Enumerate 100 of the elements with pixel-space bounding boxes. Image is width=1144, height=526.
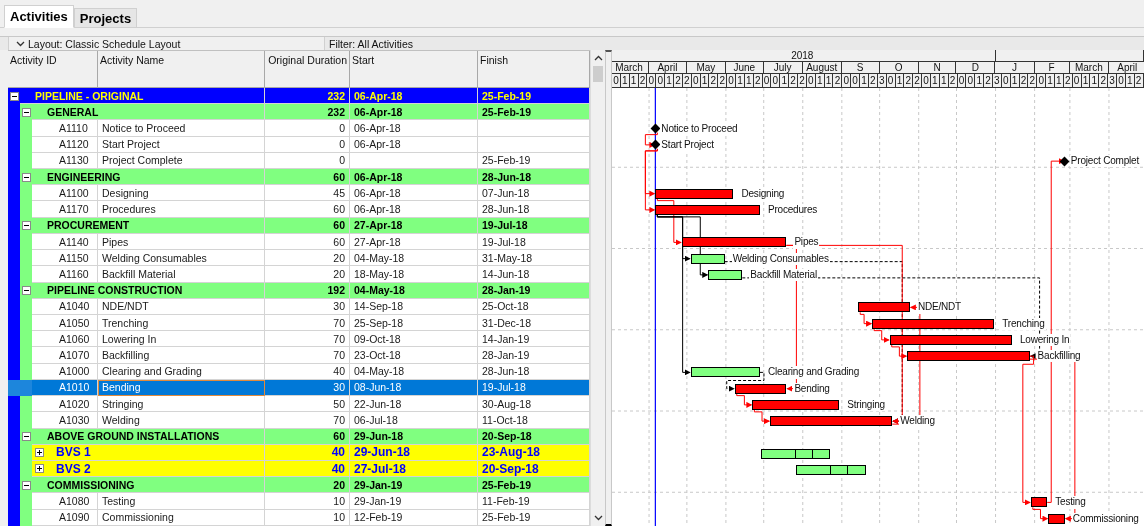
activity-bar[interactable]: [752, 399, 840, 410]
activity-row[interactable]: A1070 Backfilling 70 23-Oct-18 28-Jan-19: [8, 347, 590, 364]
collapse-button[interactable]: [21, 480, 31, 490]
bar-label: Pipes: [793, 236, 820, 249]
activity-row[interactable]: A1160 Backfill Material 20 18-May-18 14-Jun-18: [8, 266, 590, 283]
activity-row[interactable]: A1170 Procedures 60 06-Apr-18 28-Jun-18: [8, 201, 590, 218]
duration-cell: 70: [265, 347, 350, 364]
activity-bar[interactable]: [858, 302, 910, 313]
activity-bar[interactable]: [1030, 497, 1048, 508]
column-header[interactable]: Activity ID: [8, 51, 98, 88]
timescale-week: 2: [674, 74, 683, 88]
activity-row[interactable]: A1080 Testing 10 29-Jan-19 11-Feb-19: [8, 493, 590, 510]
timescale-week: 1: [815, 74, 825, 88]
activity-row[interactable]: A1050 Trenching 70 25-Sep-18 31-Dec-18: [8, 315, 590, 332]
milestone-marker[interactable]: [1059, 156, 1070, 167]
collapse-button[interactable]: [9, 91, 19, 101]
timescale-week: 3: [992, 74, 1002, 88]
timescale-week: 2: [948, 74, 958, 88]
tab[interactable]: Projects: [73, 8, 138, 28]
collapse-button[interactable]: [21, 172, 31, 182]
collapse-button[interactable]: [21, 286, 31, 296]
expand-button[interactable]: [35, 464, 44, 474]
layout-menu[interactable]: Layout: Classic Schedule Layout: [8, 37, 325, 51]
expand-button[interactable]: [35, 447, 44, 457]
duration-cell: 10: [265, 493, 350, 510]
activity-row[interactable]: A1020 Stringing 50 22-Jun-18 30-Aug-18: [8, 396, 590, 413]
timescale-week: 1: [1046, 74, 1055, 88]
start-cell: 12-Feb-19: [350, 509, 478, 526]
tab[interactable]: Activities: [4, 5, 74, 28]
bar-label: Backfill Material: [749, 268, 818, 281]
activity-bar[interactable]: [690, 253, 725, 264]
wbs-row[interactable]: COMMISSIONING 20 29-Jan-19 25-Feb-19: [8, 477, 590, 494]
activity-bar[interactable]: [655, 188, 734, 199]
wbs-row[interactable]: ENGINEERING 60 06-Apr-18 28-Jun-18: [8, 169, 590, 186]
timescale-week: 1: [1125, 74, 1135, 88]
timescale-week: 0: [1072, 74, 1082, 88]
bar-label: Backfilling: [1036, 350, 1082, 363]
outline-band: [20, 185, 32, 202]
activity-id-cell: A1170: [32, 201, 98, 218]
activity-row[interactable]: A1100 Designing 45 06-Apr-18 07-Jun-18: [8, 185, 590, 202]
column-header[interactable]: Activity Name: [98, 51, 265, 88]
timescale-week: 1: [1010, 74, 1020, 88]
timescale-week: 2: [753, 74, 763, 88]
activity-bar[interactable]: [681, 237, 787, 248]
bar-label: Notice to Proceed: [660, 122, 739, 135]
timescale-month: S: [841, 62, 880, 74]
start-cell: 06-Jul-18: [350, 412, 478, 429]
activity-bar[interactable]: [690, 367, 760, 378]
milestone-marker[interactable]: [650, 139, 661, 150]
activity-bar[interactable]: [872, 318, 995, 329]
timescale-week: 1: [620, 74, 630, 88]
collapse-button[interactable]: [21, 107, 31, 117]
activity-name-cell: Welding: [98, 412, 265, 429]
wbs-row[interactable]: GENERAL 232 06-Apr-18 25-Feb-19: [8, 104, 590, 121]
outline-band: [20, 266, 32, 283]
activity-id-cell: A1030: [32, 412, 98, 429]
column-header[interactable]: Start: [350, 51, 478, 88]
timescale-week: 1: [629, 74, 639, 88]
scrollbar-thumb[interactable]: [593, 66, 603, 82]
timescale-week: 2: [1063, 74, 1073, 88]
duration-cell: 0: [265, 136, 350, 153]
activity-name-cell: Notice to Proceed: [98, 120, 265, 137]
outline-band: [8, 104, 20, 121]
column-header[interactable]: Original Duration: [265, 51, 350, 88]
activity-id-cell: A1160: [32, 266, 98, 283]
activity-row[interactable]: A1030 Welding 70 06-Jul-18 11-Oct-18: [8, 412, 590, 429]
activity-name-cell: Testing: [98, 493, 265, 510]
summary-bar[interactable]: [796, 464, 866, 475]
activity-bar[interactable]: [1048, 513, 1065, 524]
activity-bar[interactable]: [708, 269, 743, 280]
timescale-month: April: [1108, 62, 1144, 74]
bar-label: Procedures: [766, 203, 819, 216]
duration-cell: 10: [265, 509, 350, 526]
timescale-month: April: [649, 62, 687, 74]
bar-label: NDE/NDT: [916, 301, 962, 314]
timescale-year: 2018: [612, 50, 996, 62]
activity-row[interactable]: A1060 Lowering In 70 09-Oct-18 14-Jan-19: [8, 331, 590, 348]
summary-bar[interactable]: [761, 448, 831, 459]
outline-band: [20, 396, 32, 413]
timescale-week: 2: [798, 74, 807, 88]
activity-row[interactable]: A1150 Welding Consumables 20 04-May-18 31-May-18: [8, 250, 590, 267]
milestone-marker[interactable]: [650, 123, 661, 134]
activity-bar[interactable]: [770, 416, 893, 427]
wbs-name: BVS 2: [56, 461, 91, 476]
activity-name-cell: Backfill Material: [98, 266, 265, 283]
activity-bar[interactable]: [734, 383, 787, 394]
bar-label: Start Project: [660, 138, 715, 151]
outline-band: [20, 120, 32, 137]
activity-bar[interactable]: [655, 204, 760, 215]
activity-name-cell: Procedures: [98, 201, 265, 218]
bar-label: Testing: [1054, 496, 1087, 509]
activity-bar[interactable]: [889, 334, 1012, 345]
activity-bar[interactable]: [907, 351, 1030, 362]
collapse-button[interactable]: [21, 432, 31, 442]
start-cell: 06-Apr-18: [350, 201, 478, 218]
timescale-month: March: [1069, 62, 1109, 74]
timescale-week: 3: [877, 74, 887, 88]
collapse-button[interactable]: [21, 221, 31, 231]
start-cell: 04-May-18: [350, 282, 478, 299]
activity-row[interactable]: A1110 Notice to Proceed 0 06-Apr-18: [8, 120, 590, 137]
